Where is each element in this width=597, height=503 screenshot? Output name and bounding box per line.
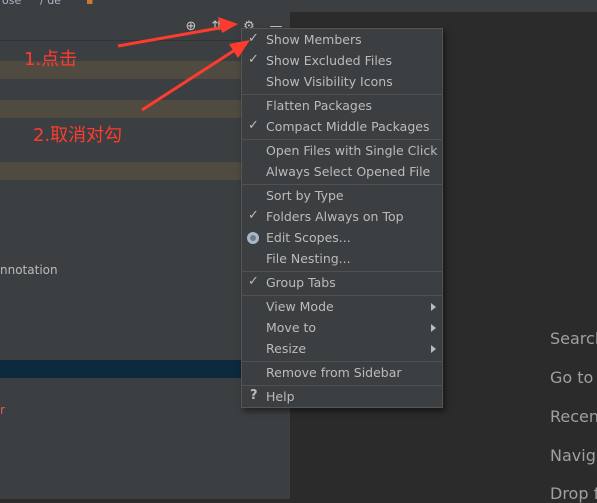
annotation-arrow-step1 bbox=[117, 17, 238, 48]
annotation-step1: 1.点击 bbox=[24, 49, 78, 70]
annotation-arrows bbox=[117, 17, 250, 112]
annotation-arrow-step2 bbox=[141, 40, 250, 112]
annotation-step2: 2.取消对勾 bbox=[33, 125, 123, 146]
